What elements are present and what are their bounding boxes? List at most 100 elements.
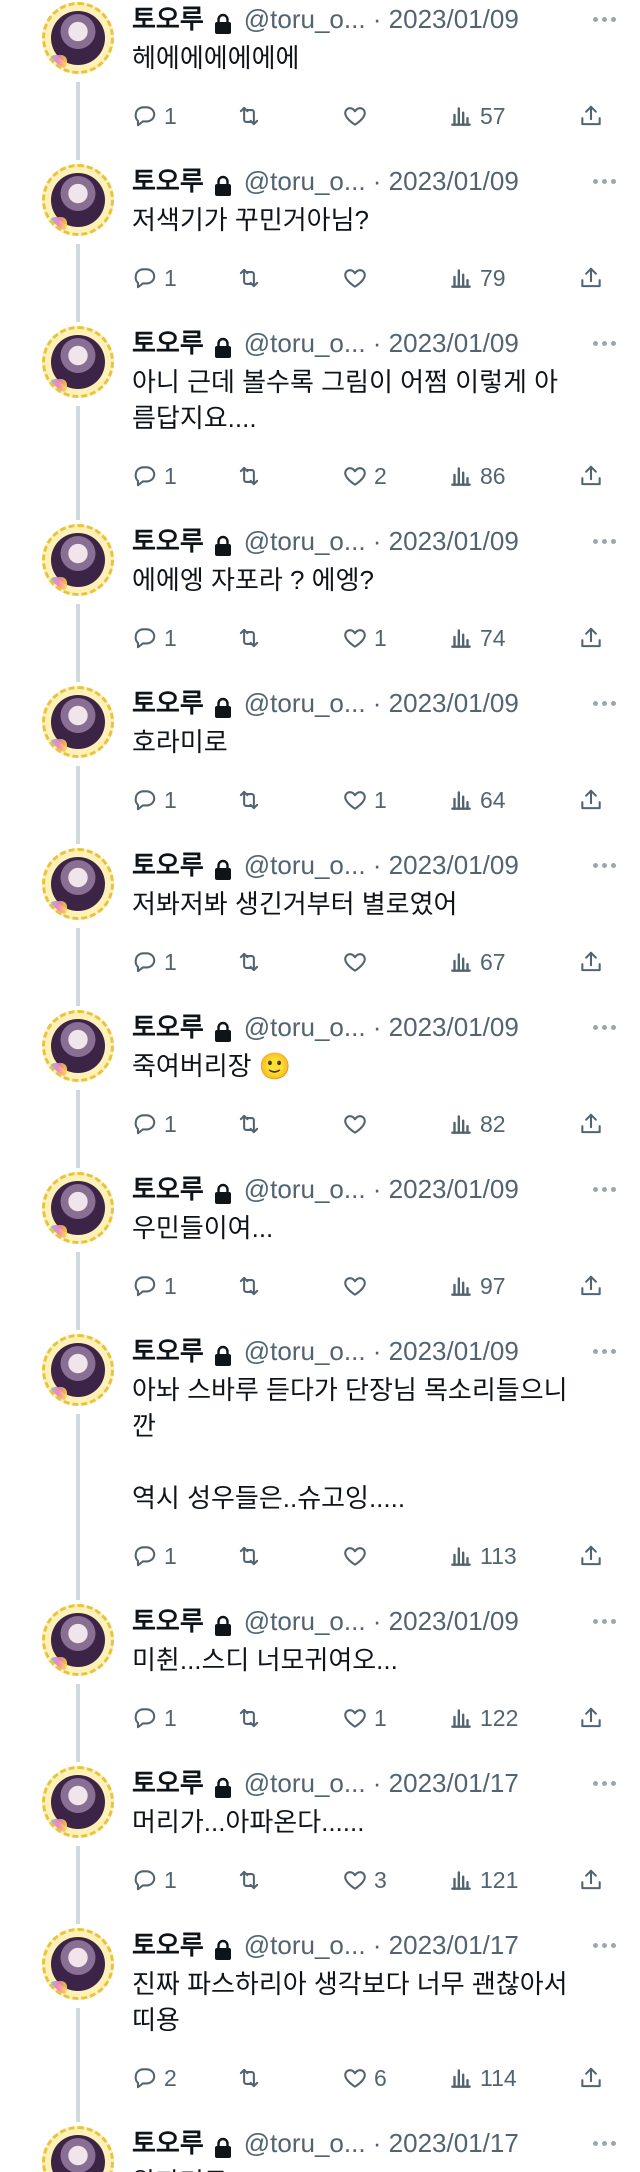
retweet-button[interactable] (236, 1702, 268, 1734)
display-name[interactable]: 토오루 (132, 2126, 204, 2160)
reply-button[interactable]: 1 (132, 1270, 177, 1302)
retweet-button[interactable] (236, 1108, 268, 1140)
user-handle[interactable]: @toru_o... (244, 2126, 366, 2160)
avatar[interactable] (42, 1172, 114, 1244)
views-button[interactable]: 97 (448, 1270, 506, 1302)
user-handle[interactable]: @toru_o... (244, 2, 366, 36)
retweet-button[interactable] (236, 1540, 268, 1572)
tweet-date[interactable]: 2023/01/09 (389, 1604, 519, 1638)
share-button[interactable] (578, 946, 604, 978)
share-button[interactable] (578, 1108, 604, 1140)
like-button[interactable] (342, 946, 374, 978)
like-button[interactable] (342, 1270, 374, 1302)
user-handle[interactable]: @toru_o... (244, 848, 366, 882)
tweet-date[interactable]: 2023/01/17 (389, 2126, 519, 2160)
avatar[interactable] (42, 164, 114, 236)
views-button[interactable]: 67 (448, 946, 506, 978)
share-button[interactable] (578, 1864, 604, 1896)
tweet-date[interactable]: 2023/01/09 (389, 848, 519, 882)
tweet-date[interactable]: 2023/01/17 (389, 1766, 519, 1800)
user-handle[interactable]: @toru_o... (244, 1766, 366, 1800)
reply-button[interactable]: 1 (132, 262, 177, 294)
retweet-button[interactable] (236, 2062, 268, 2094)
more-dots-icon[interactable] (588, 1334, 620, 1368)
share-button[interactable] (578, 622, 604, 654)
more-dots-icon[interactable] (588, 326, 620, 360)
reply-button[interactable]: 1 (132, 784, 177, 816)
display-name[interactable]: 토오루 (132, 524, 204, 558)
share-button[interactable] (578, 1702, 604, 1734)
user-handle[interactable]: @toru_o... (244, 1172, 366, 1206)
reply-button[interactable]: 1 (132, 1864, 177, 1896)
views-button[interactable]: 64 (448, 784, 506, 816)
retweet-button[interactable] (236, 1864, 268, 1896)
display-name[interactable]: 토오루 (132, 1010, 204, 1044)
like-button[interactable] (342, 262, 374, 294)
user-handle[interactable]: @toru_o... (244, 1604, 366, 1638)
reply-button[interactable]: 1 (132, 100, 177, 132)
user-handle[interactable]: @toru_o... (244, 164, 366, 198)
reply-button[interactable]: 1 (132, 622, 177, 654)
retweet-button[interactable] (236, 100, 268, 132)
reply-button[interactable]: 1 (132, 1108, 177, 1140)
display-name[interactable]: 토오루 (132, 164, 204, 198)
more-dots-icon[interactable] (588, 2126, 620, 2160)
display-name[interactable]: 토오루 (132, 1172, 204, 1206)
tweet-date[interactable]: 2023/01/09 (389, 524, 519, 558)
like-button[interactable]: 3 (342, 1864, 387, 1896)
display-name[interactable]: 토오루 (132, 1604, 204, 1638)
reply-button[interactable]: 1 (132, 1702, 177, 1734)
share-button[interactable] (578, 262, 604, 294)
retweet-button[interactable] (236, 946, 268, 978)
retweet-button[interactable] (236, 622, 268, 654)
more-dots-icon[interactable] (588, 1766, 620, 1800)
tweet-date[interactable]: 2023/01/09 (389, 686, 519, 720)
reply-button[interactable]: 1 (132, 460, 177, 492)
avatar[interactable] (42, 1928, 114, 2000)
share-button[interactable] (578, 1540, 604, 1572)
user-handle[interactable]: @toru_o... (244, 1334, 366, 1368)
views-button[interactable]: 82 (448, 1108, 506, 1140)
avatar[interactable] (42, 1604, 114, 1676)
reply-button[interactable]: 1 (132, 946, 177, 978)
tweet-date[interactable]: 2023/01/09 (389, 1334, 519, 1368)
tweet-date[interactable]: 2023/01/09 (389, 2, 519, 36)
more-dots-icon[interactable] (588, 848, 620, 882)
retweet-button[interactable] (236, 460, 268, 492)
tweet-date[interactable]: 2023/01/09 (389, 164, 519, 198)
reply-button[interactable]: 2 (132, 2062, 177, 2094)
like-button[interactable] (342, 1108, 374, 1140)
views-button[interactable]: 122 (448, 1702, 518, 1734)
user-handle[interactable]: @toru_o... (244, 326, 366, 360)
more-dots-icon[interactable] (588, 1928, 620, 1962)
user-handle[interactable]: @toru_o... (244, 1928, 366, 1962)
views-button[interactable]: 74 (448, 622, 506, 654)
views-button[interactable]: 79 (448, 262, 506, 294)
more-dots-icon[interactable] (588, 2, 620, 36)
tweet-date[interactable]: 2023/01/09 (389, 1010, 519, 1044)
share-button[interactable] (578, 2062, 604, 2094)
avatar[interactable] (42, 1766, 114, 1838)
display-name[interactable]: 토오루 (132, 326, 204, 360)
share-button[interactable] (578, 784, 604, 816)
more-dots-icon[interactable] (588, 164, 620, 198)
user-handle[interactable]: @toru_o... (244, 1010, 366, 1044)
tweet-date[interactable]: 2023/01/09 (389, 326, 519, 360)
display-name[interactable]: 토오루 (132, 1766, 204, 1800)
more-dots-icon[interactable] (588, 524, 620, 558)
tweet-date[interactable]: 2023/01/09 (389, 1172, 519, 1206)
more-dots-icon[interactable] (588, 1604, 620, 1638)
avatar[interactable] (42, 1010, 114, 1082)
avatar[interactable] (42, 2126, 114, 2172)
more-dots-icon[interactable] (588, 1172, 620, 1206)
more-dots-icon[interactable] (588, 686, 620, 720)
user-handle[interactable]: @toru_o... (244, 524, 366, 558)
avatar[interactable] (42, 524, 114, 596)
like-button[interactable]: 1 (342, 784, 387, 816)
display-name[interactable]: 토오루 (132, 1334, 204, 1368)
display-name[interactable]: 토오루 (132, 2, 204, 36)
like-button[interactable] (342, 1540, 374, 1572)
display-name[interactable]: 토오루 (132, 848, 204, 882)
avatar[interactable] (42, 326, 114, 398)
reply-button[interactable]: 1 (132, 1540, 177, 1572)
